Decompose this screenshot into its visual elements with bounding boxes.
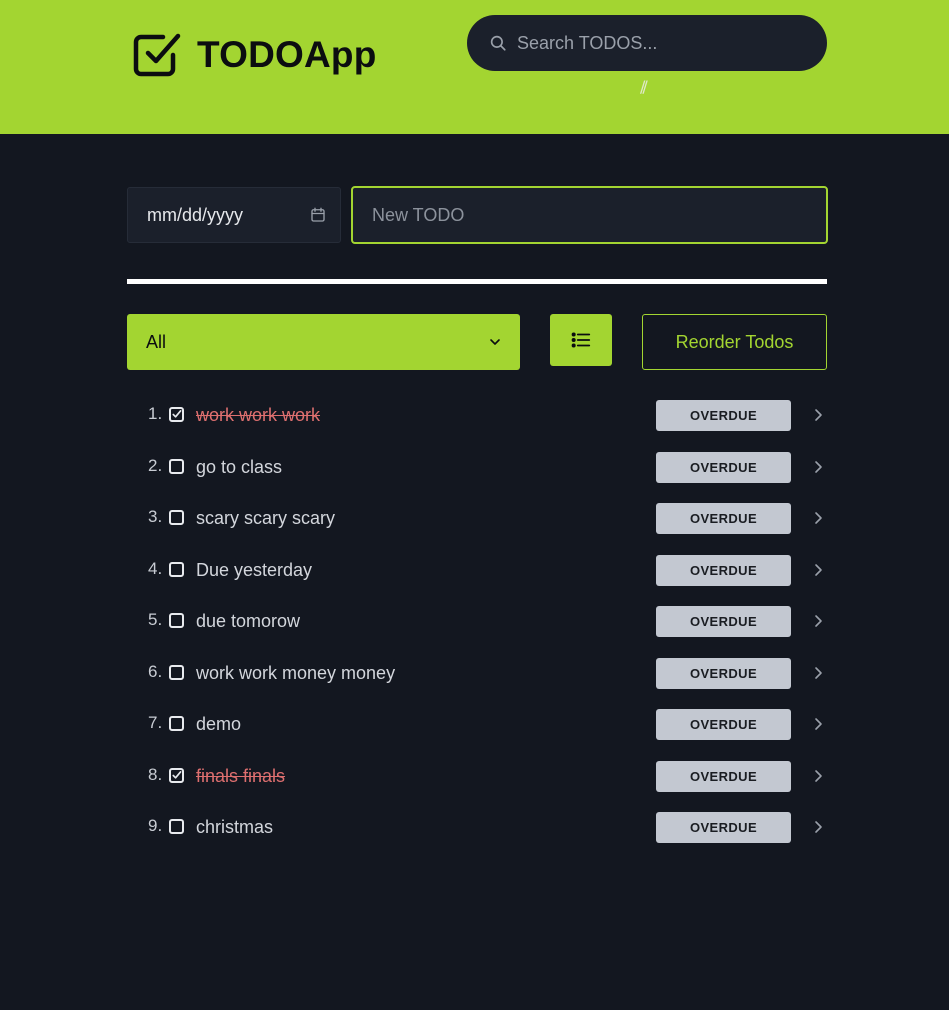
todo-item[interactable]: 9. christmas OVERDUE (127, 801, 827, 853)
new-todo-input[interactable] (372, 204, 826, 226)
chevron-right-icon[interactable] (813, 563, 823, 577)
todo-text: work work work (196, 405, 321, 425)
app-header: TODOApp // (0, 0, 949, 134)
todo-text: christmas (196, 817, 274, 837)
divider (127, 279, 827, 284)
todo-text: Due yesterday (196, 559, 313, 580)
new-todo-field[interactable] (351, 186, 828, 244)
todo-item[interactable]: 5. due tomorow OVERDUE (127, 595, 827, 647)
list-view-button[interactable] (550, 314, 612, 366)
todo-number: 3. (148, 507, 163, 526)
todo-checkbox[interactable] (169, 407, 184, 422)
status-badge: OVERDUE (656, 657, 791, 689)
todo-number: 5. (148, 610, 163, 629)
todo-item[interactable]: 6. work work money money OVERDUE (127, 647, 827, 699)
status-badge: OVERDUE (656, 709, 791, 740)
chevron-right-icon[interactable] (813, 460, 823, 474)
todo-checkbox[interactable] (169, 510, 184, 525)
chevron-down-icon (490, 339, 500, 345)
date-placeholder: mm/dd/yyyy (147, 204, 244, 225)
todo-checkbox[interactable] (169, 767, 184, 783)
chevron-right-icon[interactable] (813, 614, 823, 628)
todo-checkbox[interactable] (169, 819, 184, 834)
todo-number: 1. (148, 404, 163, 423)
status-badge: OVERDUE (656, 400, 791, 431)
todo-number: 2. (148, 455, 163, 475)
todo-checkbox[interactable] (169, 664, 184, 680)
search-bar[interactable] (467, 15, 827, 71)
search-input[interactable] (517, 32, 797, 54)
status-badge: OVERDUE (656, 812, 791, 843)
calendar-icon[interactable] (309, 206, 327, 224)
chevron-right-icon[interactable] (813, 408, 823, 422)
todo-checkbox[interactable] (169, 613, 184, 628)
chevron-right-icon[interactable] (813, 666, 823, 680)
todo-item[interactable]: 3. scary scary scary OVERDUE (127, 492, 827, 544)
todo-item[interactable]: 8. finals finals OVERDUE (127, 750, 827, 802)
todo-number: 9. (148, 816, 163, 835)
app-title: TODOApp (197, 34, 377, 75)
todo-number: 6. (148, 661, 163, 681)
chevron-right-icon[interactable] (813, 717, 823, 731)
todo-checkbox[interactable] (169, 458, 184, 474)
status-badge: OVERDUE (656, 606, 791, 637)
filter-select[interactable]: All (127, 314, 520, 370)
reorder-todos-button[interactable]: Reorder Todos (642, 314, 827, 370)
todo-checkbox[interactable] (169, 561, 184, 577)
todo-list: 1. work work work OVERDUE 2. go to class OVER… (127, 389, 827, 853)
status-badge: OVERDUE (656, 760, 791, 792)
filter-value: All (146, 331, 167, 352)
check-icon (172, 410, 182, 418)
todo-number: 4. (148, 558, 163, 578)
status-badge: OVERDUE (656, 503, 791, 534)
todo-item[interactable]: 7. demo OVERDUE (127, 698, 827, 750)
chevron-right-icon[interactable] (813, 769, 823, 783)
chevron-right-icon[interactable] (813, 820, 823, 834)
list-icon (571, 332, 591, 348)
todo-item[interactable]: 2. go to class OVERDUE (127, 441, 827, 493)
due-date-input[interactable]: mm/dd/yyyy (127, 187, 341, 243)
app-logo[interactable]: TODOApp (133, 31, 377, 79)
todo-text: due tomorow (196, 611, 301, 631)
todo-text: demo (196, 714, 242, 734)
todo-text: go to class (196, 456, 283, 477)
todo-item[interactable]: 4. Due yesterday OVERDUE (127, 544, 827, 596)
resize-grip[interactable]: // (640, 77, 648, 96)
todo-number: 8. (148, 764, 163, 784)
todo-text: scary scary scary (196, 508, 336, 528)
status-badge: OVERDUE (656, 451, 791, 483)
todo-item[interactable]: 1. work work work OVERDUE (127, 389, 827, 441)
todo-text: finals finals (196, 765, 286, 786)
checkbox-check-icon (133, 33, 181, 77)
chevron-right-icon[interactable] (813, 511, 823, 525)
search-icon (490, 35, 506, 51)
todo-number: 7. (148, 713, 163, 732)
status-badge: OVERDUE (656, 554, 791, 586)
todo-checkbox[interactable] (169, 716, 184, 731)
check-icon (172, 770, 182, 779)
todo-text: work work money money (196, 662, 396, 683)
